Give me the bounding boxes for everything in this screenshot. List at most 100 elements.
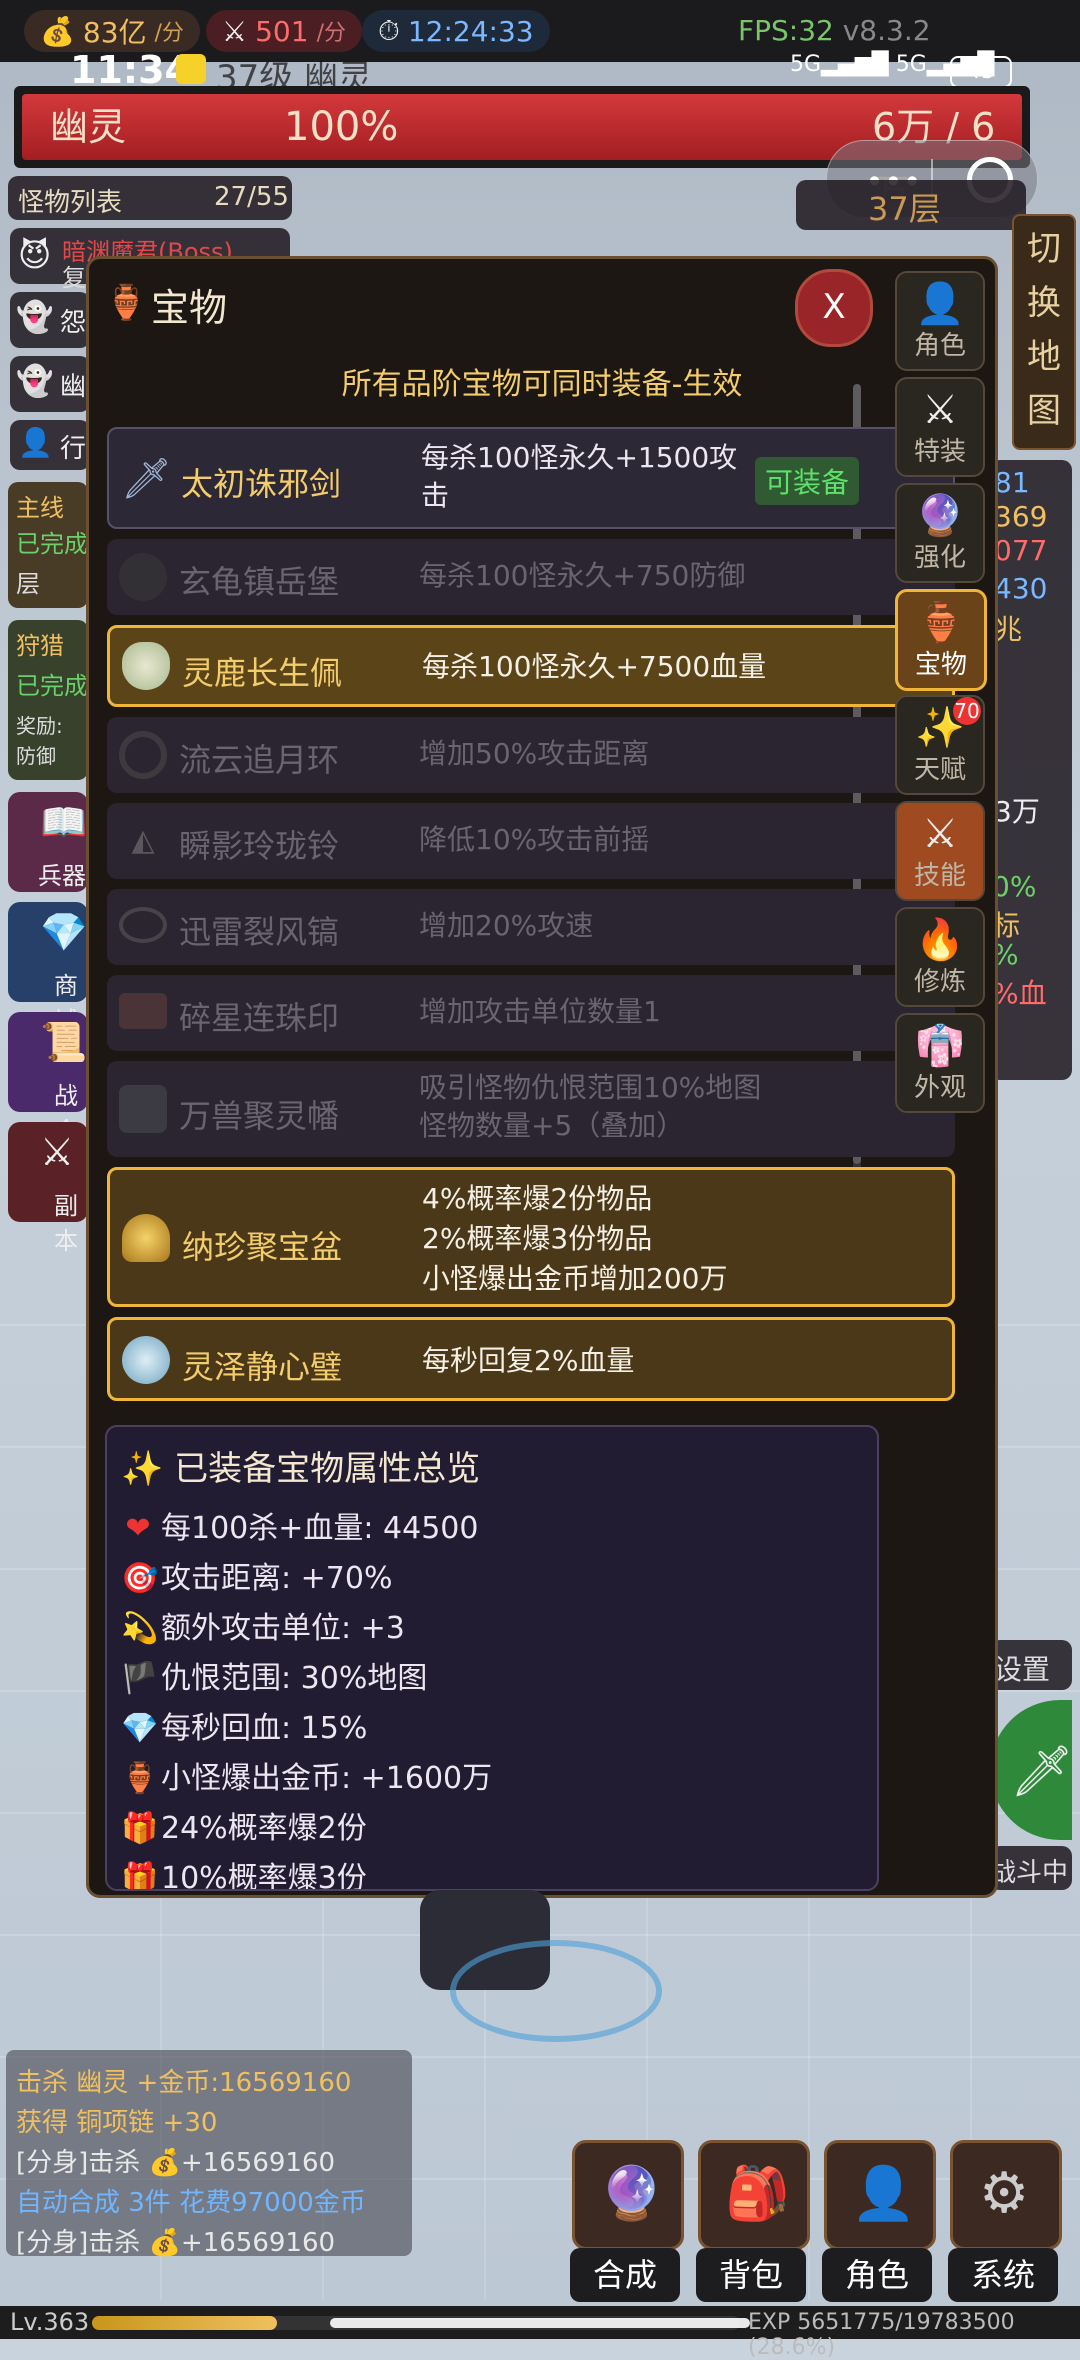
monster-list-item[interactable]: 👻 怨 <box>10 292 90 348</box>
shop-button[interactable]: 💎 商城 <box>8 902 88 1035</box>
stat-10: %血 <box>992 977 1047 1010</box>
treasure-item[interactable]: 流云追月环 增加50%攻击距离 <box>107 717 955 793</box>
hunt-quest-panel[interactable]: 狩猎 已完成 奖励: 防御 <box>8 620 88 780</box>
tab-enhance[interactable]: 🔮 强化 <box>895 483 985 583</box>
synthesis-label[interactable]: 合成 <box>570 2248 680 2302</box>
fire-icon: 🔥 <box>915 917 965 963</box>
demon-icon: 😈 <box>18 236 52 274</box>
tab-cultivate[interactable]: 🔥 修炼 <box>895 907 985 1007</box>
treasure-bowl-icon <box>122 1214 170 1262</box>
log-line: [分身]击杀 💰+16569160 <box>16 2228 336 2258</box>
treasure-desc: 每杀100怪永久+7500血量 <box>422 650 767 683</box>
gold-rate: 83亿 <box>82 16 147 49</box>
home-indicator[interactable] <box>330 2318 750 2328</box>
stat-1: 81 <box>994 466 1030 499</box>
kill-rate-chip: ⚔ 501 /分 <box>206 10 362 52</box>
modal-title: 宝物 <box>151 286 228 330</box>
treasure-desc-2: 怪物数量+5（叠加） <box>419 1109 685 1142</box>
tab-label: 技能 <box>913 861 966 891</box>
seal-icon <box>119 993 167 1029</box>
treasure-item[interactable]: 碎星连珠印 增加攻击单位数量1 <box>107 975 955 1051</box>
treasure-item[interactable]: 迅雷裂风镐 增加20%攻速 <box>107 889 955 965</box>
close-button[interactable]: X <box>795 269 873 347</box>
tab-appearance[interactable]: 👘 外观 <box>895 1013 985 1113</box>
treasure-item[interactable]: 万兽聚灵幡 吸引怪物仇恨范围10%地图 怪物数量+5（叠加） <box>107 1061 955 1157</box>
treasure-name: 瞬影玲珑铃 <box>179 827 340 865</box>
bell-icon: ◭ <box>131 823 155 858</box>
fps-readout: FPS:32 v8.3.2 <box>738 14 931 47</box>
treasure-name: 迅雷裂风镐 <box>179 913 340 951</box>
ghost-icon: 👻 <box>16 300 54 335</box>
monster-list-item[interactable]: 👻 幽 <box>10 356 90 412</box>
treasure-item[interactable]: 灵鹿长生佩 每杀100怪永久+7500血量 <box>107 625 955 707</box>
summary-row: 💎每秒回血: 15% <box>121 1703 367 1747</box>
summary-text: 仇恨范围: 30%地图 <box>161 1661 428 1696</box>
backpack-button[interactable]: 🎒 <box>698 2140 810 2250</box>
battery-level: 43 <box>967 59 995 84</box>
monster-status: 复 <box>62 264 86 292</box>
treasure-name: 万兽聚灵幡 <box>179 1097 340 1135</box>
summary-text: 额外攻击单位: +3 <box>161 1611 405 1646</box>
signal-2: 5G <box>895 52 927 77</box>
stat-6: 3万 <box>994 795 1040 828</box>
equip-badge[interactable]: 可装备 <box>755 457 860 505</box>
tab-character[interactable]: 👤 角色 <box>895 271 985 371</box>
treasure-desc-2: 2%概率爆3份物品 <box>422 1222 653 1255</box>
boss-name: 幽灵 <box>50 105 127 149</box>
gold-rate-chip: 💰 83亿 /分 <box>24 10 200 52</box>
gold-rate-unit: /分 <box>154 21 184 46</box>
person-icon: 👤 <box>18 426 53 459</box>
monster-list-header[interactable]: 怪物列表 27/55 <box>8 176 292 220</box>
treasure-item[interactable]: 灵泽静心璧 每秒回复2%血量 <box>107 1317 955 1401</box>
treasure-item[interactable]: 纳珍聚宝盆 4%概率爆2份物品 2%概率爆3份物品 小怪爆出金币增加200万 <box>107 1167 955 1307</box>
weapon-button[interactable]: 📖 兵器 <box>8 792 88 892</box>
banner-icon <box>119 1085 167 1133</box>
ghost-icon: 👻 <box>16 364 54 399</box>
kill-rate: 501 <box>255 14 309 48</box>
summary-text: 攻击距离: +70% <box>161 1561 393 1596</box>
gift-icon: 🎁 <box>121 1811 159 1846</box>
switch-map-button[interactable]: 切换地图 <box>1012 214 1076 450</box>
system-label[interactable]: 系统 <box>948 2248 1058 2302</box>
dungeon-button[interactable]: ⚔ 副本 <box>8 1122 88 1255</box>
system-button[interactable]: ⚙ <box>950 2140 1062 2250</box>
monster-name: 行 <box>60 434 87 464</box>
summary-text: 每100杀+血量: 44500 <box>161 1511 479 1546</box>
treasure-desc: 吸引怪物仇恨范围10%地图 <box>419 1071 762 1104</box>
settings-button[interactable]: 设置 <box>990 1640 1072 1690</box>
summary-row: 💫额外攻击单位: +3 <box>121 1603 405 1647</box>
crossed-swords-icon: ⚔ <box>222 14 248 48</box>
treasure-item[interactable]: 🗡 太初诛邪剑 每杀100怪永久+1500攻击 可装备 <box>107 427 955 529</box>
tab-label: 修炼 <box>913 967 966 997</box>
tab-special-gear[interactable]: ⚔ 特装 <box>895 377 985 477</box>
treasure-item[interactable]: ◭ 瞬影玲珑铃 降低10%攻击前摇 <box>107 803 955 879</box>
person-icon: 👤 <box>915 281 965 327</box>
floor-indicator: 37层 <box>796 180 1026 230</box>
hunt-quest-title: 狩猎 <box>16 632 64 660</box>
tab-skill[interactable]: ⚔ 技能 <box>895 801 985 901</box>
battle-pass-button[interactable]: 📜 战令 <box>8 1012 88 1145</box>
treasure-name: 太初诛邪剑 <box>181 465 342 503</box>
character-label[interactable]: 角色 <box>822 2248 932 2302</box>
main-quest-panel[interactable]: 主线 已完成 层 <box>8 482 88 608</box>
sword-icon: 🗡 <box>121 456 172 502</box>
treasure-name: 流云追月环 <box>179 741 340 779</box>
summary-row: ❤ 每100杀+血量: 44500 <box>121 1503 478 1547</box>
target-icon: 🎯 <box>121 1561 159 1596</box>
summary-text: 每秒回血: 15% <box>161 1711 368 1746</box>
exp-fill <box>92 2316 278 2330</box>
monster-list-item[interactable]: 👤 行 <box>10 420 90 470</box>
treasure-item[interactable]: 玄龟镇岳堡 每杀100怪永久+750防御 <box>107 539 955 615</box>
notification-badge: 70 <box>953 697 981 725</box>
dungeon-label: 副本 <box>54 1192 78 1255</box>
synthesis-button[interactable]: 🔮 <box>572 2140 684 2250</box>
hunt-quest-status: 已完成 <box>16 672 88 700</box>
character-button[interactable]: 👤 <box>824 2140 936 2250</box>
gift-icon: 🎁 <box>121 1861 159 1891</box>
backpack-label[interactable]: 背包 <box>696 2248 806 2302</box>
crystal-ball-icon: 🔮 <box>599 2164 664 2224</box>
tab-talent[interactable]: ✨ 天赋 70 <box>895 695 985 795</box>
tab-treasure[interactable]: 🏺 宝物 <box>895 589 987 691</box>
bangle-icon <box>119 907 167 943</box>
exp-text: EXP 5651775/19783500 (28.6%) <box>748 2310 1015 2360</box>
